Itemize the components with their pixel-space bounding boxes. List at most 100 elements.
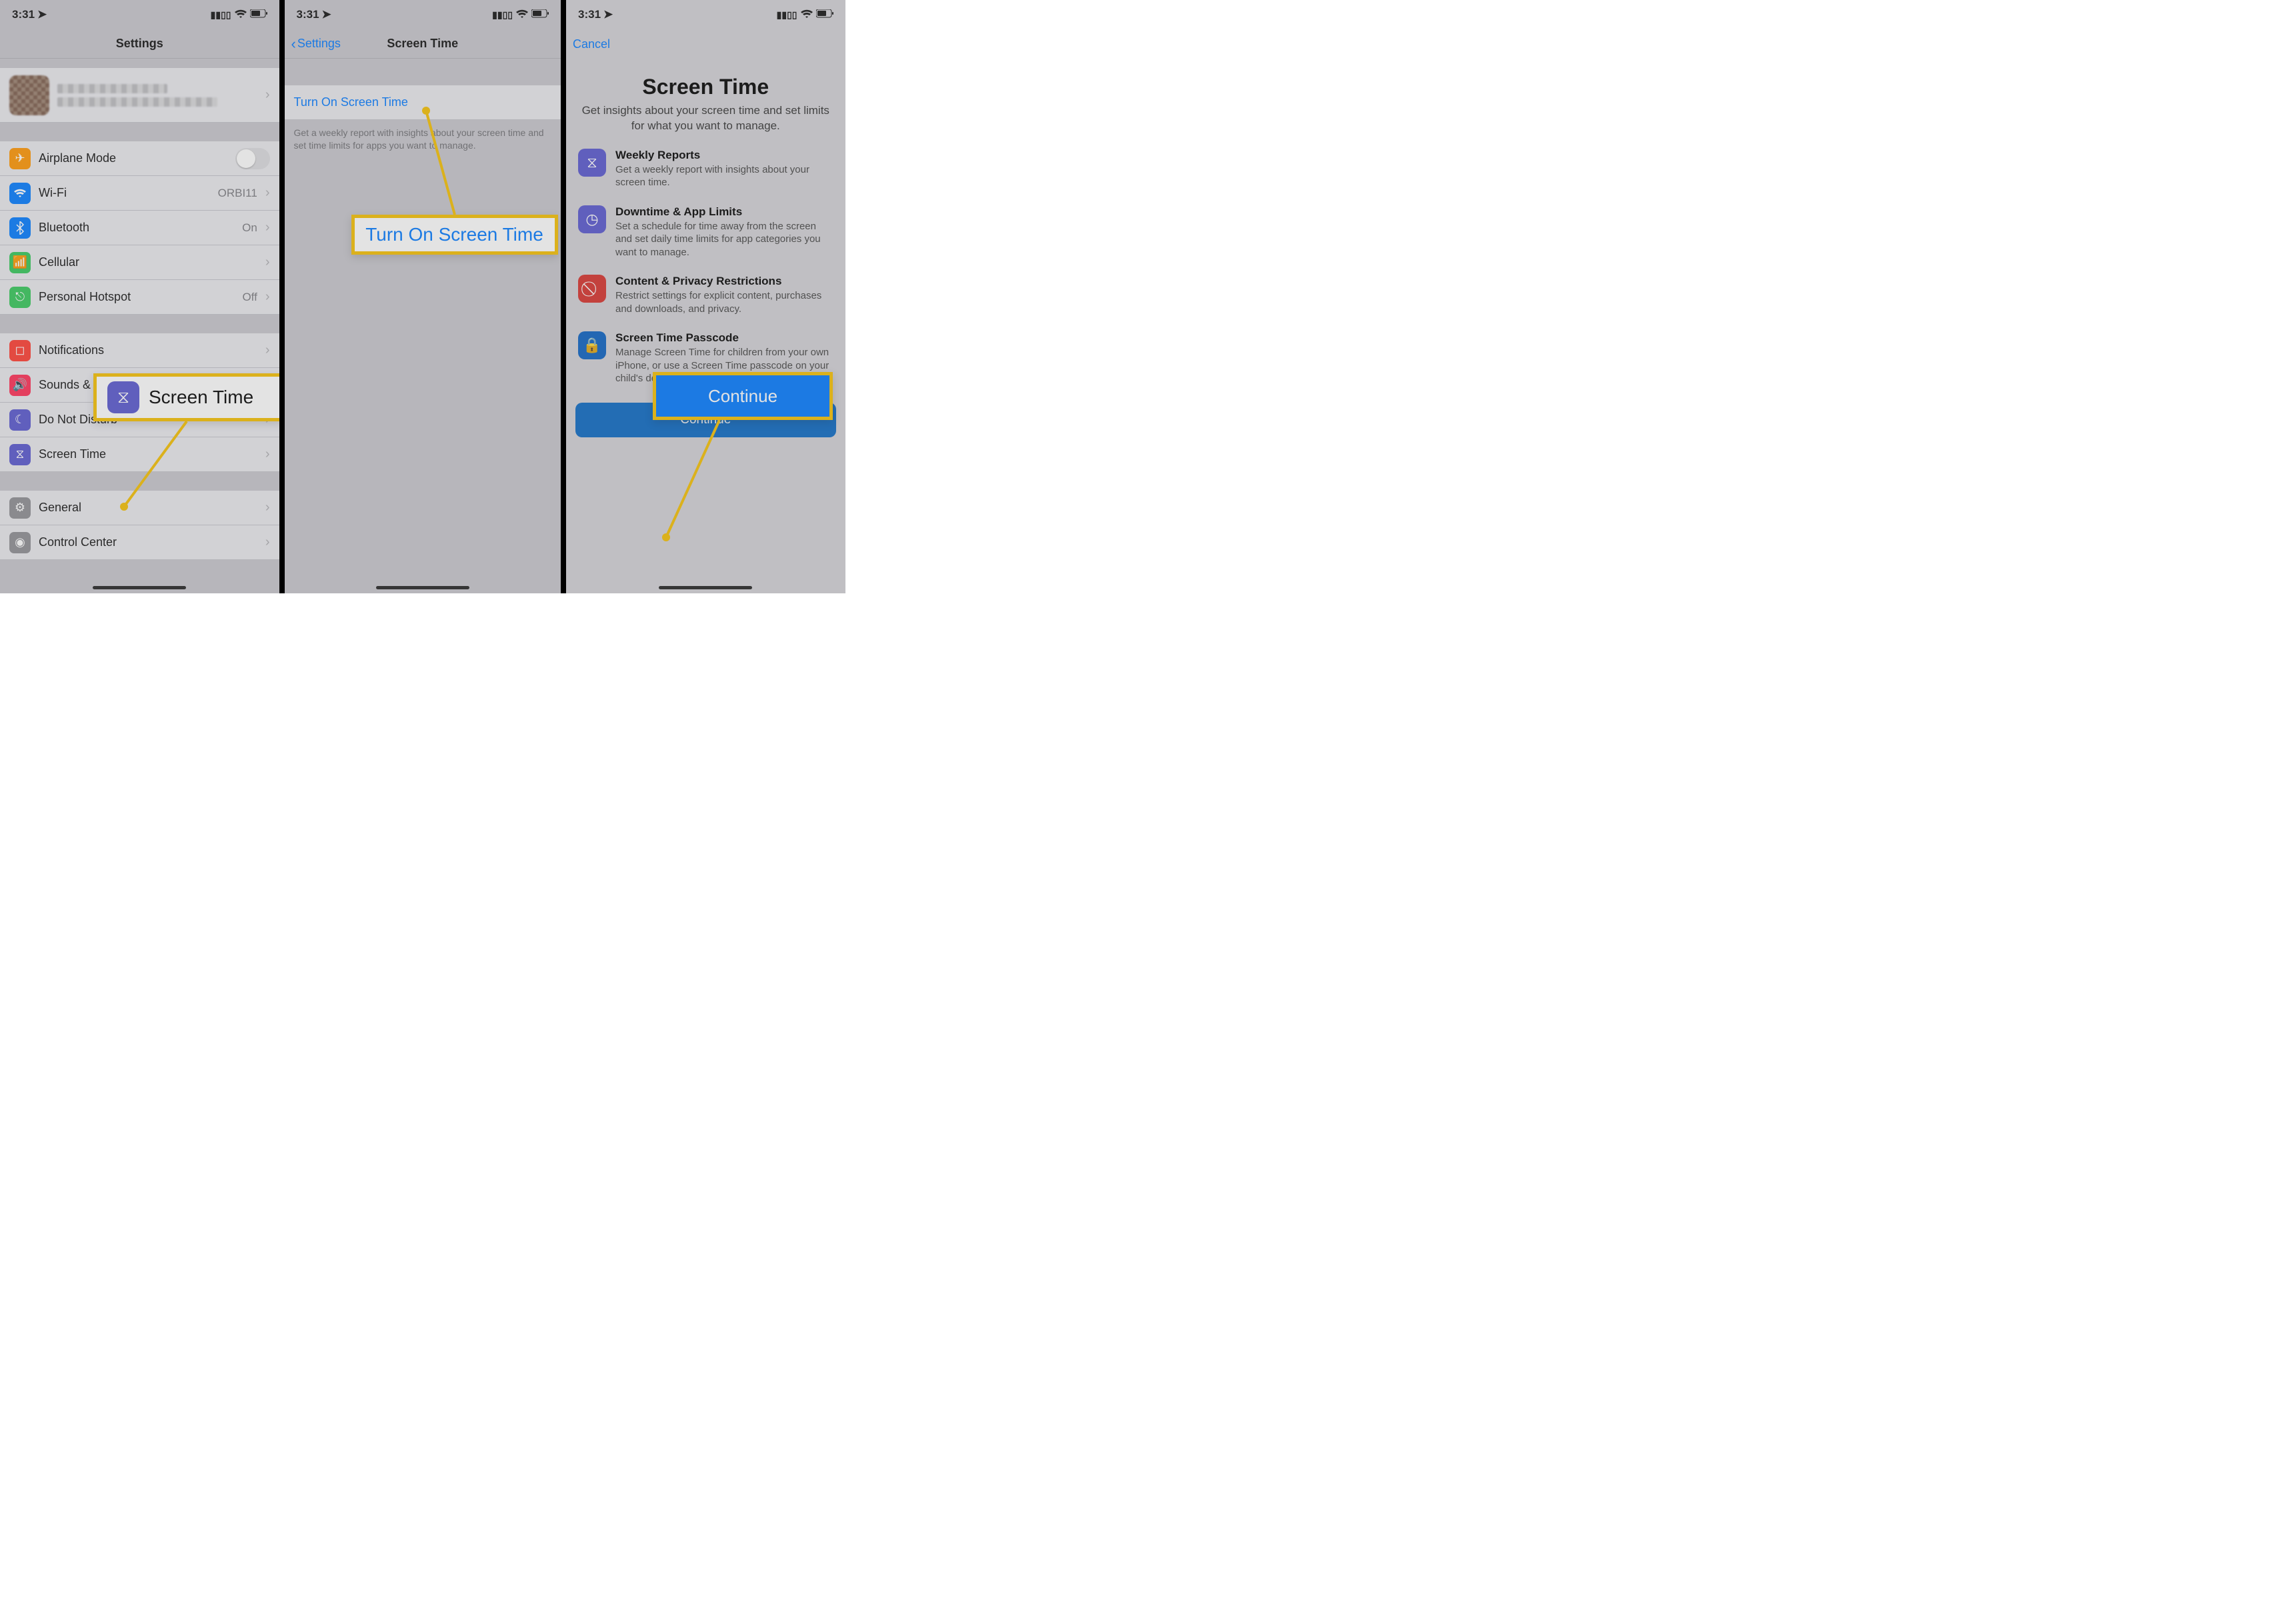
callout-label: Screen Time xyxy=(149,387,253,408)
moon-icon: ☾ xyxy=(9,409,31,431)
chevron-right-icon: › xyxy=(265,185,270,201)
feature-title: Downtime & App Limits xyxy=(615,205,833,219)
row-label: Cellular xyxy=(39,255,257,269)
hotspot-icon: ⎋ xyxy=(9,287,31,308)
status-time: 3:31 xyxy=(578,8,601,21)
feature-desc: Restrict settings for explicit content, … xyxy=(615,289,833,315)
airplane-toggle[interactable] xyxy=(235,148,270,169)
headline: Screen Time xyxy=(575,75,836,99)
nav-bar: Cancel xyxy=(566,29,845,59)
chevron-right-icon: › xyxy=(265,535,270,550)
home-indicator[interactable] xyxy=(93,586,186,589)
cellular-row[interactable]: 📶 Cellular › xyxy=(0,245,279,280)
row-label: Control Center xyxy=(39,535,257,549)
phone-settings: 3:31 ➤ ▮▮▯▯ Settings › xyxy=(0,0,282,593)
row-label: Bluetooth xyxy=(39,221,234,235)
feature-restrictions: ⃠ Content & Privacy RestrictionsRestrict… xyxy=(575,267,836,323)
apple-id-row[interactable]: › xyxy=(0,68,279,123)
callout-continue: Continue xyxy=(653,372,833,420)
gear-icon: ⚙ xyxy=(9,497,31,519)
status-bar: 3:31 ➤ ▮▮▯▯ xyxy=(0,0,279,29)
row-label: General xyxy=(39,501,257,515)
hourglass-icon: ⧖ xyxy=(9,444,31,465)
nav-bar: Settings xyxy=(0,29,279,59)
chevron-right-icon: › xyxy=(265,343,270,358)
home-indicator[interactable] xyxy=(659,586,752,589)
callout-label: Continue xyxy=(708,386,777,407)
cellular-icon: 📶 xyxy=(9,252,31,273)
hourglass-icon: ⧖ xyxy=(107,381,139,413)
feature-desc: Get a weekly report with insights about … xyxy=(615,163,833,189)
footer-text: Get a weekly report with insights about … xyxy=(285,120,561,152)
status-time: 3:31 xyxy=(12,8,35,21)
row-label: Personal Hotspot xyxy=(39,290,234,304)
row-value: On xyxy=(242,221,257,235)
home-indicator[interactable] xyxy=(376,586,469,589)
chevron-right-icon: › xyxy=(265,500,270,515)
location-icon: ➤ xyxy=(37,8,47,21)
page-title: Screen Time xyxy=(387,37,458,51)
callout-screen-time: ⧖ Screen Time xyxy=(93,373,282,421)
signal-icon: ▮▮▯▯ xyxy=(777,9,797,21)
page-title: Settings xyxy=(116,37,163,51)
row-label: Wi-Fi xyxy=(39,186,210,200)
row-label: Airplane Mode xyxy=(39,151,227,165)
chevron-right-icon: › xyxy=(265,220,270,235)
feature-title: Screen Time Passcode xyxy=(615,331,833,345)
airplane-icon: ✈ xyxy=(9,148,31,169)
status-bar: 3:31 ➤ ▮▮▯▯ xyxy=(285,0,561,29)
subtitle: Get insights about your screen time and … xyxy=(575,103,836,141)
feature-title: Weekly Reports xyxy=(615,149,833,162)
status-time: 3:31 xyxy=(297,8,319,21)
feature-weekly-reports: ⧖ Weekly ReportsGet a weekly report with… xyxy=(575,141,836,197)
battery-icon xyxy=(531,9,549,20)
wifi-icon xyxy=(516,9,528,21)
callout-turn-on: Turn On Screen Time xyxy=(351,215,558,255)
battery-icon xyxy=(250,9,267,20)
back-label: Settings xyxy=(297,37,341,51)
callout-label: Turn On Screen Time xyxy=(365,224,543,245)
chevron-right-icon: › xyxy=(265,255,270,270)
location-icon: ➤ xyxy=(322,8,331,21)
feature-downtime: ◷ Downtime & App LimitsSet a schedule fo… xyxy=(575,197,836,267)
wifi-icon xyxy=(9,183,31,204)
location-icon: ➤ xyxy=(603,8,613,21)
phone-screen-time: 3:31 ➤ ▮▮▯▯ ‹ Settings Screen Time Turn … xyxy=(282,0,564,593)
no-entry-icon: ⃠ xyxy=(578,275,606,303)
screen-time-row[interactable]: ⧖ Screen Time › xyxy=(0,437,279,472)
row-value: Off xyxy=(242,291,257,304)
turn-on-row[interactable]: Turn On Screen Time xyxy=(285,85,561,120)
control-center-row[interactable]: ◉ Control Center › xyxy=(0,525,279,560)
chevron-right-icon: › xyxy=(265,447,270,462)
avatar xyxy=(9,75,49,115)
bluetooth-row[interactable]: Bluetooth On › xyxy=(0,211,279,245)
row-value: ORBI11 xyxy=(218,187,257,200)
airplane-mode-row[interactable]: ✈ Airplane Mode xyxy=(0,141,279,176)
battery-icon xyxy=(816,9,833,20)
sounds-icon: 🔊 xyxy=(9,375,31,396)
lock-icon: 🔒 xyxy=(578,331,606,359)
chevron-right-icon: › xyxy=(265,87,270,103)
status-bar: 3:31 ➤ ▮▮▯▯ xyxy=(566,0,845,29)
notifications-icon: ◻ xyxy=(9,340,31,361)
hourglass-icon: ⧖ xyxy=(578,149,606,177)
general-row[interactable]: ⚙ General › xyxy=(0,491,279,525)
cancel-label: Cancel xyxy=(573,37,610,51)
back-button[interactable]: ‹ Settings xyxy=(291,37,341,51)
feature-title: Content & Privacy Restrictions xyxy=(615,275,833,288)
phone-intro: 3:31 ➤ ▮▮▯▯ Cancel Screen Time Get insig… xyxy=(563,0,845,593)
wifi-icon xyxy=(801,9,813,21)
row-label: Notifications xyxy=(39,343,257,357)
chevron-right-icon: › xyxy=(265,289,270,305)
signal-icon: ▮▮▯▯ xyxy=(211,9,231,21)
chevron-left-icon: ‹ xyxy=(291,37,296,51)
row-label: Turn On Screen Time xyxy=(294,95,552,109)
cancel-button[interactable]: Cancel xyxy=(573,37,610,51)
signal-icon: ▮▮▯▯ xyxy=(492,9,513,21)
hotspot-row[interactable]: ⎋ Personal Hotspot Off › xyxy=(0,280,279,315)
feature-desc: Set a schedule for time away from the sc… xyxy=(615,220,833,259)
nav-bar: ‹ Settings Screen Time xyxy=(285,29,561,59)
notifications-row[interactable]: ◻ Notifications › xyxy=(0,333,279,368)
wifi-row[interactable]: Wi-Fi ORBI11 › xyxy=(0,176,279,211)
wifi-icon xyxy=(235,9,247,21)
